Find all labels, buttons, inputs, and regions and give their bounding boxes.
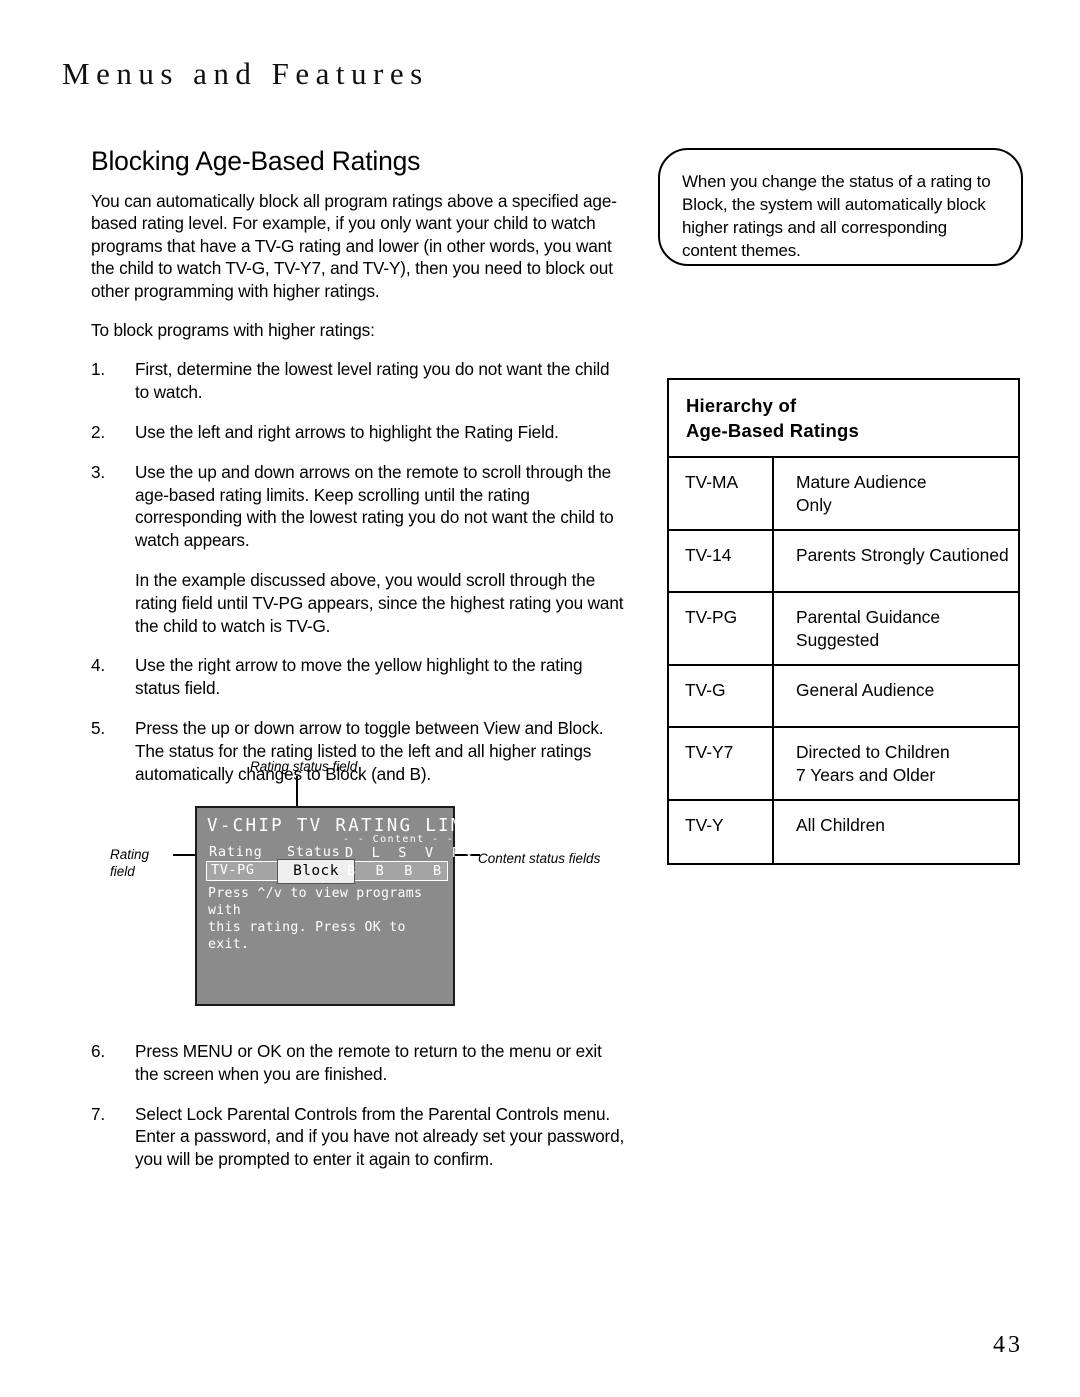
main-content-column: Blocking Age-Based Ratings You can autom… xyxy=(91,146,625,802)
rating-description: Parents Strongly Cautioned xyxy=(796,545,1009,565)
table-heading: Hierarchy of Age-Based Ratings xyxy=(669,380,1018,458)
table-heading-line-2: Age-Based Ratings xyxy=(686,420,860,441)
rating-code: TV-G xyxy=(669,666,774,726)
lead-in-paragraph: To block programs with higher ratings: xyxy=(91,320,375,341)
step-text: Select Lock Parental Controls from the P… xyxy=(135,1103,625,1170)
osd-column-header-content-letters: D L S V FV xyxy=(345,845,479,861)
table-row: TV-MA Mature Audience Only xyxy=(669,458,1018,531)
rating-code: TV-Y xyxy=(669,801,774,863)
rating-code: TV-14 xyxy=(669,531,774,591)
callout-rating-field: Rating field xyxy=(110,847,150,879)
age-based-ratings-hierarchy-table: Hierarchy of Age-Based Ratings TV-MA Mat… xyxy=(667,378,1020,865)
table-row: TV-Y All Children xyxy=(669,801,1018,863)
osd-help-text: Press ^/v to view programs with this rat… xyxy=(208,886,423,952)
step-number: 2. xyxy=(91,422,106,443)
step-number: 3. xyxy=(91,461,106,482)
list-item: 3. Use the up and down arrows on the rem… xyxy=(91,461,625,552)
table-row: TV-G General Audience xyxy=(669,666,1018,728)
step-text: First, determine the lowest level rating… xyxy=(135,359,610,403)
rating-description: Parental Guidance Suggested xyxy=(796,607,941,650)
page-number: 43 xyxy=(993,1332,1023,1358)
rating-code: TV-Y7 xyxy=(669,728,774,799)
table-row: TV-Y7 Directed to Children 7 Years and O… xyxy=(669,728,1018,801)
osd-rating-status-value: Block xyxy=(293,863,339,879)
list-item: 4. Use the right arrow to move the yello… xyxy=(91,654,625,700)
step-text: Use the right arrow to move the yellow h… xyxy=(135,655,583,699)
callout-rating-status-field: Rating status field xyxy=(250,759,358,774)
page-running-head: Menus and Features xyxy=(62,56,429,91)
numbered-steps-list: 1. First, determine the lowest level rat… xyxy=(91,358,625,552)
step-number: 7. xyxy=(91,1103,106,1124)
rating-code: TV-MA xyxy=(669,458,774,529)
step-number: 4. xyxy=(91,655,106,676)
osd-column-header-rating: Rating xyxy=(209,844,263,860)
step-number: 1. xyxy=(91,359,106,380)
callout-content-status-fields: Content status fields xyxy=(478,851,601,866)
main-content-column-continued: 6. Press MENU or OK on the remote to ret… xyxy=(91,1040,625,1188)
osd-content-group-label: - - Content - - xyxy=(343,834,455,845)
list-item: 7. Select Lock Parental Controls from th… xyxy=(91,1103,625,1171)
rating-description: General Audience xyxy=(796,680,935,700)
table-row: TV-PG Parental Guidance Suggested xyxy=(669,593,1018,666)
rating-description: Directed to Children 7 Years and Older xyxy=(796,742,950,785)
table-heading-line-1: Hierarchy of xyxy=(686,395,797,416)
osd-title: V-CHIP TV RATING LIMIT xyxy=(207,816,490,836)
table-row: TV-14 Parents Strongly Cautioned xyxy=(669,531,1018,593)
tip-callout-text: When you change the status of a rating t… xyxy=(682,172,991,260)
numbered-steps-list-end: 6. Press MENU or OK on the remote to ret… xyxy=(91,1040,625,1171)
osd-column-header-status: Status xyxy=(287,844,341,860)
list-item: 6. Press MENU or OK on the remote to ret… xyxy=(91,1040,625,1086)
rating-description: All Children xyxy=(796,815,885,835)
intro-paragraph: You can automatically block all program … xyxy=(91,191,617,301)
step-number: 6. xyxy=(91,1041,106,1061)
list-item: 1. First, determine the lowest level rat… xyxy=(91,358,625,404)
tip-callout-bubble: When you change the status of a rating t… xyxy=(658,148,1023,266)
rating-code: TV-PG xyxy=(669,593,774,664)
step-text: Use the up and down arrows on the remote… xyxy=(135,461,614,551)
osd-rating-field-value[interactable]: TV-PG xyxy=(211,862,255,878)
tv-osd-figure: Rating status field Rating field Content… xyxy=(110,758,630,1018)
osd-content-status-values[interactable]: B B B B xyxy=(347,863,447,879)
tv-screen: V-CHIP TV RATING LIMIT - - Content - - R… xyxy=(195,806,487,1006)
step-text: Use the left and right arrows to highlig… xyxy=(135,422,559,443)
rating-description: Mature Audience Only xyxy=(796,472,927,515)
page-title: Blocking Age-Based Ratings xyxy=(91,146,421,176)
step-3-note: In the example discussed above, you woul… xyxy=(135,570,624,636)
osd-rating-status-field[interactable]: Block xyxy=(277,859,355,884)
list-item: 2. Use the left and right arrows to high… xyxy=(91,421,625,444)
step-text: Press MENU or OK on the remote to return… xyxy=(135,1041,602,1084)
